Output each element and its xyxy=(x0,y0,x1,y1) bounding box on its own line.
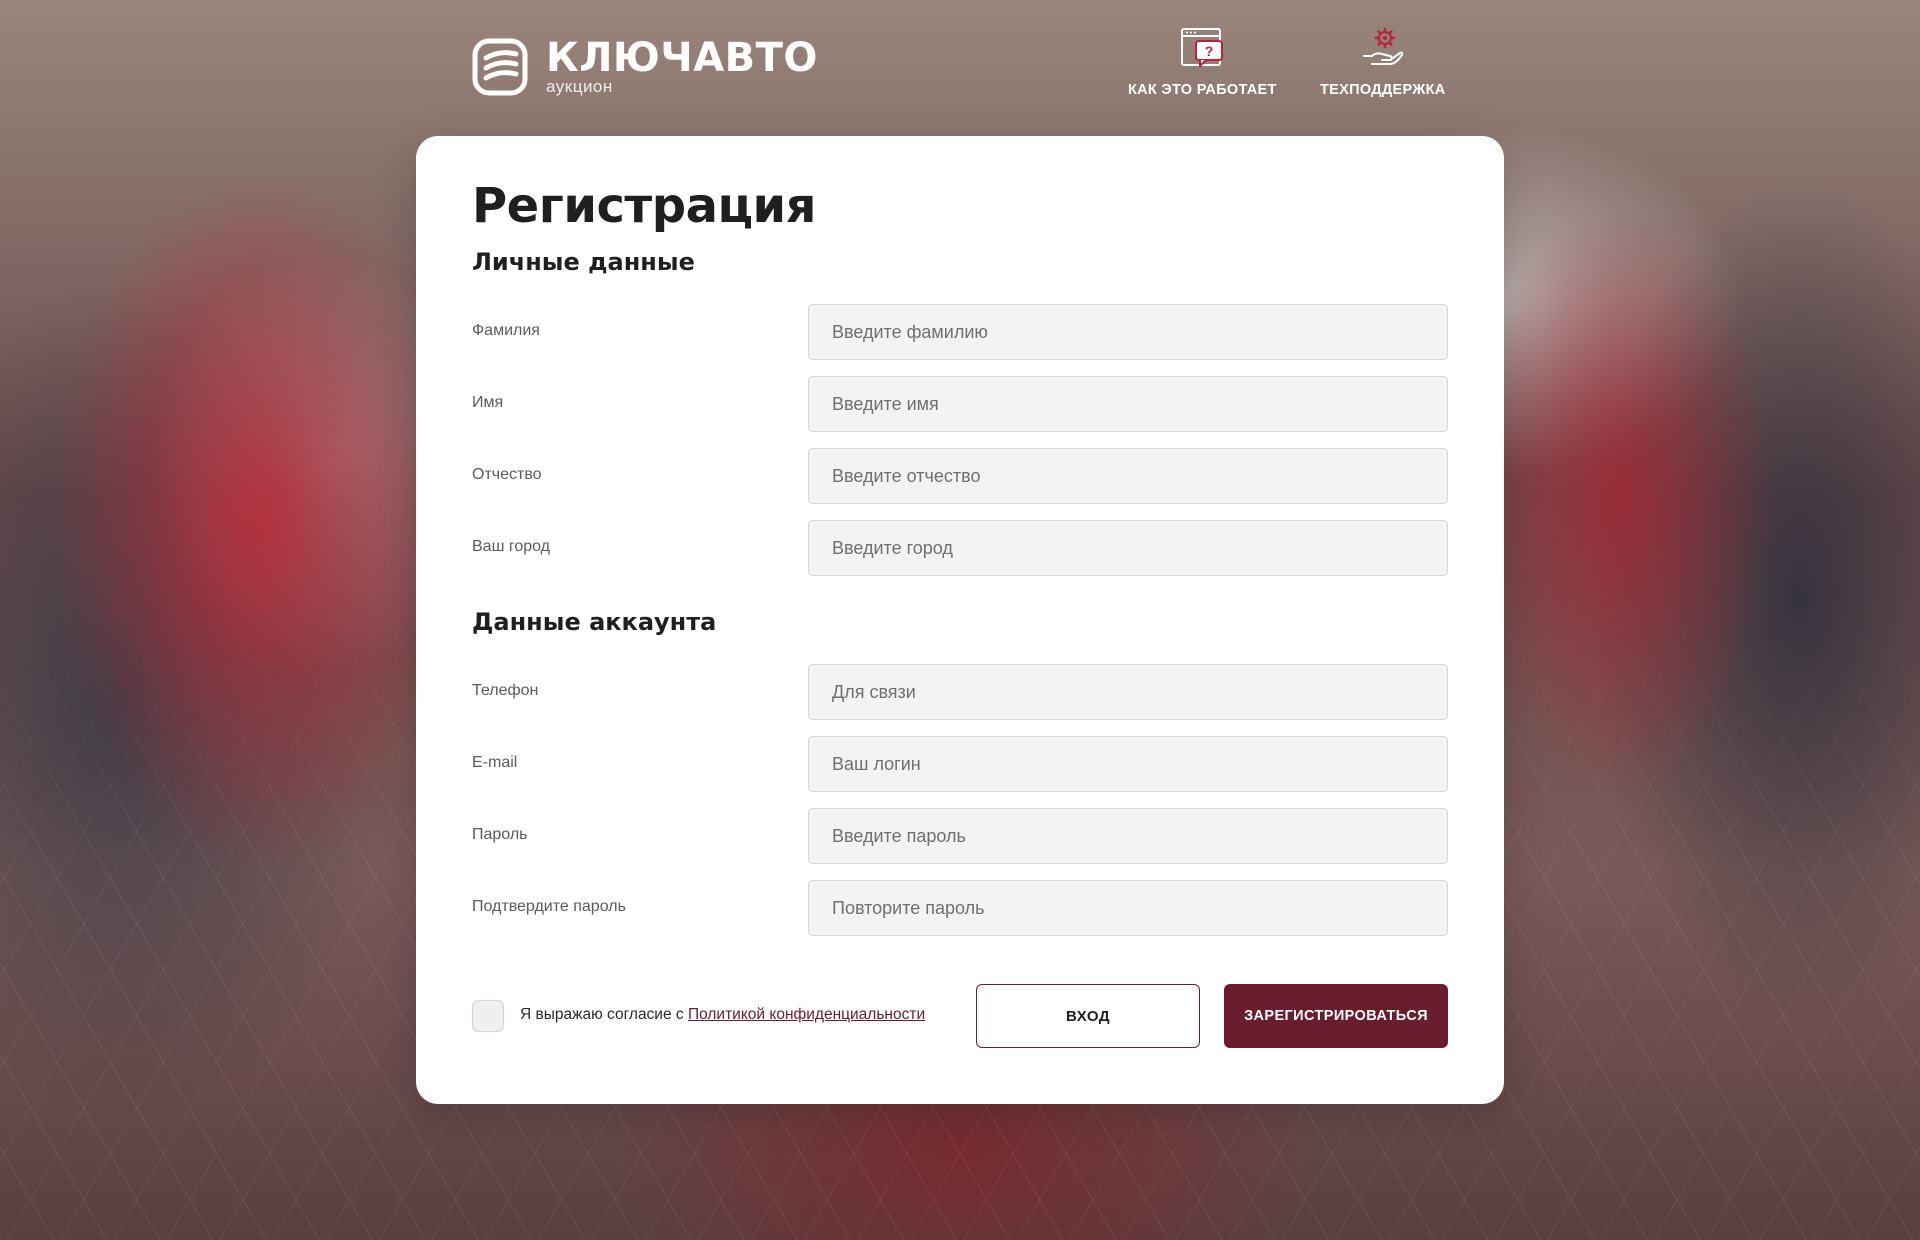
registration-card: Регистрация Личные данные Фамилия Имя От… xyxy=(416,136,1504,1104)
help-window-icon: ? xyxy=(1181,28,1224,67)
privacy-policy-link[interactable]: Политикой конфиденциальности xyxy=(688,1006,925,1023)
register-button[interactable]: ЗАРЕГИСТРИРОВАТЬСЯ xyxy=(1224,984,1448,1048)
login-button[interactable]: ВХОД xyxy=(976,984,1200,1048)
password-label: Пароль xyxy=(472,826,528,843)
page-title: Регистрация xyxy=(472,178,817,234)
form-actions: Я выражаю согласие с Политикой конфиденц… xyxy=(472,984,1448,1048)
first-name-input[interactable] xyxy=(808,376,1448,432)
form-row-email: E-mail xyxy=(472,736,1448,792)
nav-how-it-works-label: КАК ЭТО РАБОТАЕТ xyxy=(1128,82,1277,98)
city-input[interactable] xyxy=(808,520,1448,576)
nav-how-it-works[interactable]: ? КАК ЭТО РАБОТАЕТ xyxy=(1128,26,1277,98)
svg-text:?: ? xyxy=(1205,43,1214,59)
consent-prefix: Я выражаю согласие с xyxy=(520,1006,688,1023)
email-label: E-mail xyxy=(472,754,518,771)
last-name-input[interactable] xyxy=(808,304,1448,360)
logo-mark-icon xyxy=(472,38,528,96)
consent-checkbox[interactable] xyxy=(472,1000,504,1032)
phone-input[interactable] xyxy=(808,664,1448,720)
form-row-patronymic: Отчество xyxy=(472,448,1448,504)
form-row-phone: Телефон xyxy=(472,664,1448,720)
phone-label: Телефон xyxy=(472,682,539,699)
nav-support-label: ТЕХПОДДЕРЖКА xyxy=(1320,82,1446,98)
patronymic-label: Отчество xyxy=(472,466,542,483)
confirm-password-input[interactable] xyxy=(808,880,1448,936)
last-name-label: Фамилия xyxy=(472,322,540,339)
patronymic-input[interactable] xyxy=(808,448,1448,504)
first-name-label: Имя xyxy=(472,394,504,411)
email-input[interactable] xyxy=(808,736,1448,792)
form-row-password: Пароль xyxy=(472,808,1448,864)
brand-name: КЛЮЧАВТО xyxy=(546,35,818,81)
form-row-city: Ваш город xyxy=(472,520,1448,576)
form-row-first-name: Имя xyxy=(472,376,1448,432)
section-title-personal: Личные данные xyxy=(472,248,695,276)
confirm-password-label: Подтвердите пароль xyxy=(472,898,626,915)
password-input[interactable] xyxy=(808,808,1448,864)
logo[interactable]: КЛЮЧАВТО аукцион xyxy=(472,38,818,96)
nav-support[interactable]: ТЕХПОДДЕРЖКА xyxy=(1320,26,1446,98)
gear-hand-icon xyxy=(1362,27,1404,65)
section-title-account: Данные аккаунта xyxy=(472,608,717,636)
form-row-confirm-password: Подтвердите пароль xyxy=(472,880,1448,936)
consent-text: Я выражаю согласие с Политикой конфиденц… xyxy=(520,1006,925,1024)
city-label: Ваш город xyxy=(472,538,551,555)
form-row-last-name: Фамилия xyxy=(472,304,1448,360)
header: КЛЮЧАВТО аукцион ? КАК ЭТО РАБОТАЕТ ТЕХП… xyxy=(0,0,1920,136)
